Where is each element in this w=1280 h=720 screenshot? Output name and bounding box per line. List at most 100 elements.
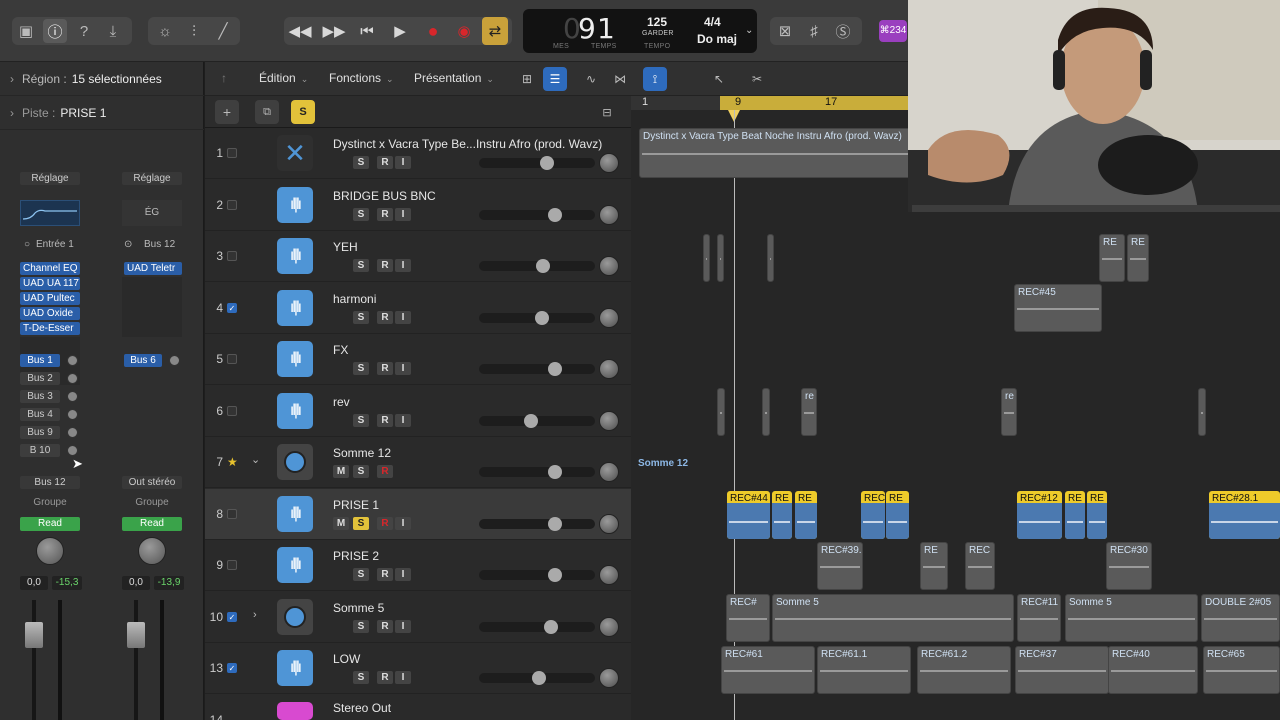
audio-region[interactable]: Somme 5 — [1065, 594, 1198, 642]
track-volume-slider[interactable] — [479, 568, 595, 582]
audio-waveform-icon[interactable]: ıl|lı — [277, 187, 313, 223]
track-name[interactable]: LOW — [333, 652, 613, 666]
play-icon[interactable]: ▶ — [387, 17, 413, 45]
track-name[interactable]: rev — [333, 395, 613, 409]
group-slot[interactable]: Groupe — [20, 497, 80, 508]
solo-button[interactable]: S — [353, 311, 369, 324]
track-volume-handle[interactable] — [548, 568, 562, 582]
track-volume-slider[interactable] — [479, 156, 595, 170]
setting-button[interactable]: Réglage — [122, 172, 182, 185]
track-volume-handle[interactable] — [548, 362, 562, 376]
functions-menu[interactable]: Fonctions ⌄ — [329, 71, 394, 85]
selected-audio-region[interactable]: RE — [886, 491, 909, 539]
input-monitor-button[interactable]: I — [395, 259, 411, 272]
track-select-checkbox[interactable]: ✓ — [227, 303, 237, 313]
edit-menu[interactable]: Édition ⌄ — [259, 71, 308, 85]
track-name[interactable]: Somme 5 — [333, 601, 613, 615]
rewind-icon[interactable]: ◀◀ — [287, 17, 313, 45]
audio-region[interactable]: REC#37 — [1015, 646, 1109, 694]
audio-region[interactable]: REC#30 — [1106, 542, 1152, 590]
solo-button[interactable]: S — [353, 465, 369, 478]
grid-view-icon[interactable]: ⊞ — [515, 67, 539, 91]
bus-knob-icon[interactable] — [277, 444, 313, 480]
track-volume-handle[interactable] — [524, 414, 538, 428]
input-monitor-button[interactable]: I — [395, 517, 411, 530]
volume-fader-track[interactable] — [134, 600, 138, 720]
audio-waveform-icon[interactable]: ıl|lı — [277, 290, 313, 326]
plugin-slot[interactable]: UAD Oxide — [20, 307, 80, 320]
input-monitor-button[interactable]: I — [395, 208, 411, 221]
track-select-checkbox[interactable] — [227, 200, 237, 210]
duplicate-track-icon[interactable]: ⧉ — [255, 100, 279, 124]
track-volume-slider[interactable] — [479, 620, 595, 634]
audio-region[interactable]: REC#61.2 — [917, 646, 1011, 694]
help-icon[interactable]: ? — [72, 19, 96, 43]
record-arm-button[interactable]: R — [377, 311, 393, 324]
pencil-icon[interactable]: ╱ — [211, 19, 235, 43]
track-name[interactable]: PRISE 1 — [333, 498, 613, 512]
track-name[interactable]: BRIDGE BUS BNC — [333, 189, 613, 203]
view-menu[interactable]: Présentation ⌄ — [414, 71, 494, 85]
track-volume-slider[interactable] — [479, 208, 595, 222]
track-row[interactable]: 7 ★ ⌄ Somme 12 M S R — [205, 437, 631, 488]
solo-button[interactable]: S — [353, 208, 369, 221]
audio-region[interactable] — [762, 388, 770, 436]
record-arm-button[interactable]: R — [377, 259, 393, 272]
input-monitor-button[interactable]: I — [395, 620, 411, 633]
go-to-start-icon[interactable]: ⏮ — [354, 17, 380, 45]
global-solo-button[interactable]: S — [291, 100, 315, 124]
volume-fader-track[interactable] — [32, 600, 36, 720]
send-slot[interactable]: Bus 3 — [20, 390, 60, 403]
audio-region[interactable]: REC#39. — [817, 542, 863, 590]
track-select-checkbox[interactable] — [227, 354, 237, 364]
selected-audio-region[interactable]: RE — [795, 491, 817, 539]
plugin-slot[interactable]: Channel EQ — [20, 262, 80, 275]
selected-audio-region[interactable]: RE — [1065, 491, 1085, 539]
setting-button[interactable]: Réglage — [20, 172, 80, 185]
output-slot[interactable]: Out stéréo — [122, 476, 182, 489]
record-arm-button[interactable]: R — [377, 517, 393, 530]
input-monitor-button[interactable]: I — [395, 414, 411, 427]
selected-audio-region[interactable]: REC#28.1 — [1209, 491, 1280, 539]
track-select-checkbox[interactable]: ✓ — [227, 663, 237, 673]
pan-knob[interactable] — [36, 537, 64, 565]
selected-audio-region[interactable]: REC#12 — [1017, 491, 1062, 539]
track-row[interactable]: 8 ıl|lı PRISE 1 MSRI — [205, 489, 631, 540]
audio-region[interactable]: DOUBLE 2#05 — [1201, 594, 1280, 642]
audio-region[interactable] — [703, 234, 710, 282]
solo-button[interactable]: S — [353, 156, 369, 169]
record-arm-button[interactable]: R — [377, 208, 393, 221]
send-slot[interactable]: Bus 9 — [20, 426, 60, 439]
send-level-knob[interactable] — [67, 445, 78, 456]
add-track-icon[interactable]: + — [215, 100, 239, 124]
send-slot[interactable]: Bus 2 — [20, 372, 60, 385]
score-icon[interactable]: Ⓢ — [831, 19, 855, 43]
send-level-knob[interactable] — [67, 427, 78, 438]
track-select-checkbox[interactable] — [227, 406, 237, 416]
audio-region[interactable]: RE — [1099, 234, 1125, 282]
volume-fader-handle[interactable] — [25, 622, 43, 648]
track-select-checkbox[interactable]: ✓ — [227, 612, 237, 622]
track-name[interactable]: Dystinct x Vacra Type Be...Instru Afro (… — [333, 137, 613, 151]
mute-button[interactable]: M — [333, 465, 349, 478]
flex-icon[interactable]: ⋈ — [608, 67, 632, 91]
audio-region[interactable] — [767, 234, 774, 282]
audio-waveform-icon[interactable]: ıl|lı — [277, 496, 313, 532]
track-volume-slider[interactable] — [479, 465, 595, 479]
solo-button[interactable]: S — [353, 568, 369, 581]
track-pan-knob[interactable] — [599, 668, 619, 688]
send-level-knob[interactable] — [67, 355, 78, 366]
audio-region[interactable] — [717, 388, 725, 436]
track-volume-handle[interactable] — [544, 620, 558, 634]
audio-region[interactable]: REC#61.1 — [817, 646, 911, 694]
track-row[interactable]: 4 ✓ ıl|lı harmoni S R I — [205, 283, 631, 334]
audio-region[interactable]: REC#65 — [1203, 646, 1280, 694]
track-name[interactable]: Stereo Out — [333, 701, 613, 715]
track-volume-slider[interactable] — [479, 259, 595, 273]
audio-region[interactable]: REC# — [726, 594, 770, 642]
audio-region[interactable] — [717, 234, 724, 282]
track-name[interactable]: YEH — [333, 240, 613, 254]
solo-button[interactable]: S — [353, 620, 369, 633]
track-volume-handle[interactable] — [532, 671, 546, 685]
send-slot[interactable]: B 10 — [20, 444, 60, 457]
